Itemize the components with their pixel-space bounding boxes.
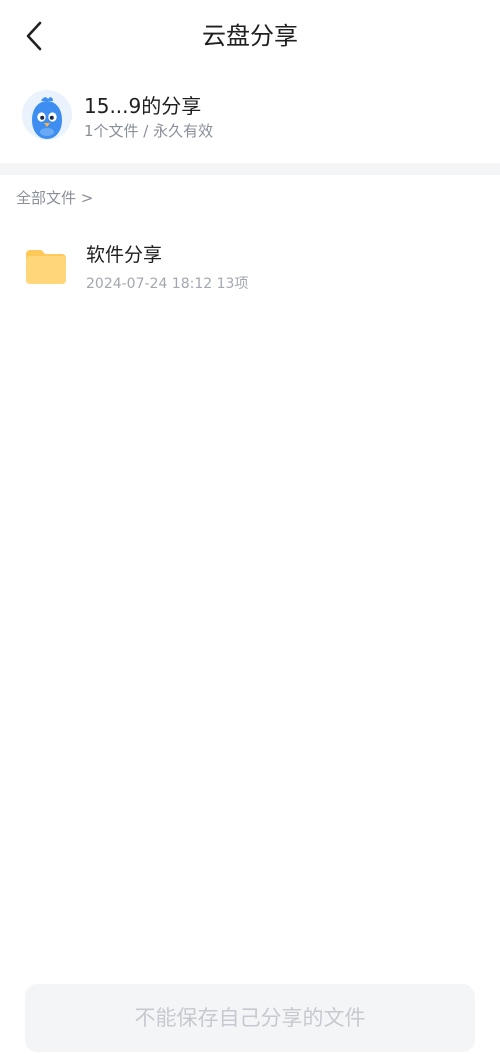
share-subtitle: 1个文件 / 永久有效 <box>84 122 214 140</box>
file-meta: 2024-07-24 18:12 13项 <box>86 276 249 292</box>
bird-avatar-icon <box>22 90 72 140</box>
section-divider <box>0 163 500 175</box>
share-info: 15...9的分享 1个文件 / 永久有效 <box>0 84 500 148</box>
header-bar: 云盘分享 <box>0 0 500 72</box>
page-title: 云盘分享 <box>202 22 298 50</box>
list-item[interactable]: 软件分享 2024-07-24 18:12 13项 <box>0 232 500 304</box>
save-button[interactable]: 不能保存自己分享的文件 <box>25 984 475 1052</box>
file-name: 软件分享 <box>86 244 163 266</box>
folder-icon <box>26 250 66 284</box>
breadcrumb[interactable]: 全部文件 > <box>16 188 93 208</box>
share-title: 15...9的分享 <box>84 94 202 118</box>
avatar[interactable] <box>22 90 72 140</box>
